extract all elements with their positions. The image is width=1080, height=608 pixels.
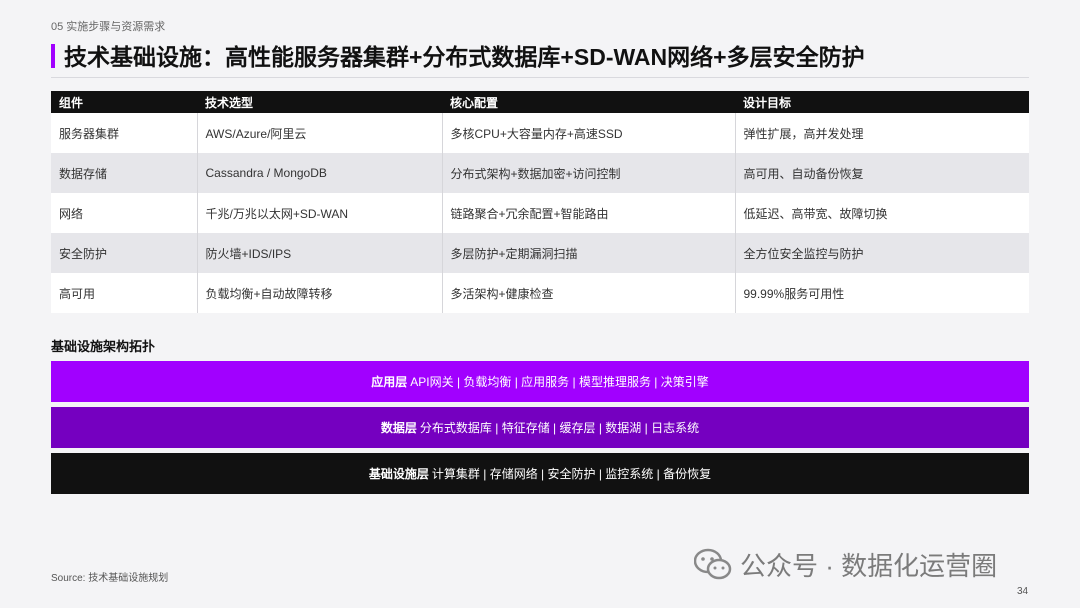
table-cell: 千兆/万兆以太网+SD-WAN: [197, 193, 443, 233]
table-row: 服务器集群 AWS/Azure/阿里云 多核CPU+大容量内存+高速SSD 弹性…: [51, 113, 1029, 153]
table-row: 数据存储 Cassandra / MongoDB 分布式架构+数据加密+访问控制…: [51, 153, 1029, 193]
table-row: 安全防护 防火墙+IDS/IPS 多层防护+定期漏洞扫描 全方位安全监控与防护: [51, 233, 1029, 273]
table-cell: 99.99%服务可用性: [735, 273, 1029, 313]
table-cell: Cassandra / MongoDB: [197, 153, 443, 193]
layer-name: 应用层: [371, 375, 408, 389]
title-block: 技术基础设施：高性能服务器集群+分布式数据库+SD-WAN网络+多层安全防护: [51, 42, 1029, 78]
column-header-core-config: 核心配置: [442, 91, 735, 113]
watermark-text: 公众号 · 数据化运营圈: [740, 551, 998, 581]
wechat-icon: [693, 548, 732, 582]
table-cell: 高可用、自动备份恢复: [735, 153, 1029, 193]
table-cell: 数据存储: [51, 153, 198, 193]
table-cell: 防火墙+IDS/IPS: [197, 233, 443, 273]
column-header-component: 组件: [51, 91, 197, 113]
table-cell: 多核CPU+大容量内存+高速SSD: [442, 113, 736, 153]
table-cell: 网络: [51, 193, 198, 233]
table-cell: 高可用: [51, 273, 198, 313]
table-cell: 服务器集群: [51, 113, 198, 153]
column-header-technology: 技术选型: [197, 91, 442, 113]
watermark: 公众号 · 数据化运营圈: [693, 546, 998, 583]
layer-data: 数据层 分布式数据库 | 特征存储 | 缓存层 | 数据湖 | 日志系统: [51, 407, 1029, 448]
table-cell: AWS/Azure/阿里云: [197, 113, 443, 153]
infrastructure-table: 组件 技术选型 核心配置 设计目标 服务器集群 AWS/Azure/阿里云 多核…: [51, 91, 1029, 313]
architecture-heading: 基础设施架构拓扑: [51, 339, 156, 354]
layer-items: 计算集群 | 存储网络 | 安全防护 | 监控系统 | 备份恢复: [431, 467, 712, 481]
layer-name: 数据层: [380, 421, 417, 435]
title-accent-bar: [51, 44, 55, 68]
table-cell: 弹性扩展，高并发处理: [735, 113, 1029, 153]
table-cell: 安全防护: [51, 233, 198, 273]
table-cell: 链路聚合+冗余配置+智能路由: [442, 193, 736, 233]
layer-items: API网关 | 负载均衡 | 应用服务 | 模型推理服务 | 决策引擎: [410, 375, 709, 389]
table-cell: 全方位安全监控与防护: [735, 233, 1029, 273]
layer-items: 分布式数据库 | 特征存储 | 缓存层 | 数据湖 | 日志系统: [419, 421, 700, 435]
table-row: 网络 千兆/万兆以太网+SD-WAN 链路聚合+冗余配置+智能路由 低延迟、高带…: [51, 193, 1029, 233]
table-cell: 分布式架构+数据加密+访问控制: [442, 153, 736, 193]
table-header-row: 组件 技术选型 核心配置 设计目标: [51, 91, 1029, 113]
section-label: 05 实施步骤与资源需求: [51, 21, 166, 33]
source-note: Source: 技术基础设施规划: [51, 573, 169, 584]
layer-name: 基础设施层: [368, 467, 429, 481]
layer-application: 应用层 API网关 | 负载均衡 | 应用服务 | 模型推理服务 | 决策引擎: [51, 361, 1029, 402]
table-cell: 多层防护+定期漏洞扫描: [442, 233, 736, 273]
table-cell: 负载均衡+自动故障转移: [197, 273, 443, 313]
page-number: 34: [1017, 586, 1029, 597]
table-row: 高可用 负载均衡+自动故障转移 多活架构+健康检查 99.99%服务可用性: [51, 273, 1029, 313]
layer-infrastructure: 基础设施层 计算集群 | 存储网络 | 安全防护 | 监控系统 | 备份恢复: [51, 453, 1029, 494]
page-title: 技术基础设施：高性能服务器集群+分布式数据库+SD-WAN网络+多层安全防护: [64, 44, 865, 70]
table-cell: 多活架构+健康检查: [442, 273, 736, 313]
column-header-design-goal: 设计目标: [735, 91, 1029, 113]
table-cell: 低延迟、高带宽、故障切换: [735, 193, 1029, 233]
